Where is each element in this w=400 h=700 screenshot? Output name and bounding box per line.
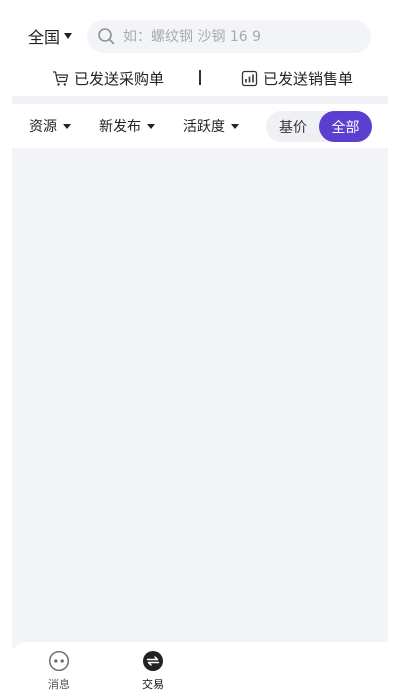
filter-bar: 资源 新发布 活跃度 基价 全部 xyxy=(0,106,400,148)
sent-purchase-orders-link[interactable]: 已发送采购单 xyxy=(52,68,164,89)
filter-label: 资源 xyxy=(29,119,57,135)
sent-orders-row: 已发送采购单 已发送销售单 xyxy=(0,63,400,93)
search-icon xyxy=(97,28,115,46)
filter-new-release[interactable]: 新发布 xyxy=(99,106,155,146)
message-bubble-icon xyxy=(48,650,70,672)
listing-content-area xyxy=(12,148,388,648)
region-selector[interactable]: 全国 xyxy=(28,18,73,54)
sent-sales-orders-link[interactable]: 已发送销售单 xyxy=(241,68,353,89)
filter-label: 新发布 xyxy=(99,119,141,135)
search-input[interactable] xyxy=(123,28,353,45)
toggle-option-all[interactable]: 全部 xyxy=(319,111,372,142)
nav-label: 交易 xyxy=(142,678,164,691)
toggle-option-basis[interactable]: 基价 xyxy=(266,111,320,142)
divider xyxy=(199,70,201,85)
sent-purchase-orders-label: 已发送采购单 xyxy=(74,69,165,88)
caret-down-icon xyxy=(64,33,73,39)
region-label: 全国 xyxy=(28,28,61,47)
sent-sales-orders-label: 已发送销售单 xyxy=(263,69,354,88)
cart-icon xyxy=(53,70,69,86)
top-bar: 全国 xyxy=(0,18,400,54)
trade-exchange-icon xyxy=(143,651,163,671)
caret-down-icon xyxy=(63,123,71,129)
price-mode-toggle: 基价 全部 xyxy=(266,111,372,142)
section-divider xyxy=(12,96,388,104)
nav-item-trade[interactable]: 交易 xyxy=(123,650,183,692)
filter-activity[interactable]: 活跃度 xyxy=(183,106,239,146)
nav-label: 消息 xyxy=(48,678,70,691)
filter-label: 活跃度 xyxy=(183,119,225,135)
caret-down-icon xyxy=(231,123,239,129)
bottom-fade xyxy=(200,642,400,700)
search-box[interactable] xyxy=(87,20,371,53)
nav-item-messages[interactable]: 消息 xyxy=(29,650,89,692)
filter-resource[interactable]: 资源 xyxy=(29,106,71,146)
caret-down-icon xyxy=(147,123,155,129)
sales-chart-icon xyxy=(241,70,258,86)
